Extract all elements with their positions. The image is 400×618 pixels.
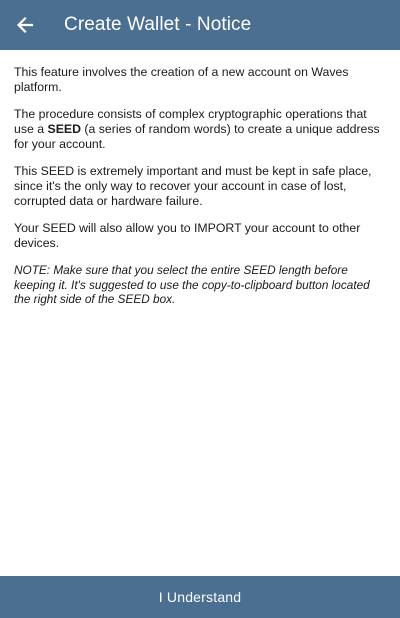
page-title: Create Wallet - Notice bbox=[64, 14, 252, 35]
intro-paragraph: This feature involves the creation of a … bbox=[14, 65, 349, 94]
back-button[interactable] bbox=[0, 0, 50, 50]
i-understand-label: I Understand bbox=[158, 589, 242, 605]
procedure-paragraph: The procedure consists of complex crypto… bbox=[14, 107, 386, 152]
seed-keyword: SEED bbox=[47, 122, 82, 136]
arrow-left-icon bbox=[16, 16, 34, 34]
i-understand-button[interactable]: I Understand bbox=[0, 576, 400, 618]
import-paragraph: Your SEED will also allow you to IMPORT … bbox=[14, 221, 361, 250]
app-bar: Create Wallet - Notice bbox=[0, 0, 400, 50]
note-paragraph: NOTE: Make sure that you select the enti… bbox=[14, 263, 370, 306]
seed-importance-paragraph: This SEED is extremely important and mus… bbox=[14, 164, 372, 208]
notice-content: This feature involves the creation of a … bbox=[14, 65, 386, 319]
notice-screen: Create Wallet - Notice This feature invo… bbox=[0, 0, 400, 618]
